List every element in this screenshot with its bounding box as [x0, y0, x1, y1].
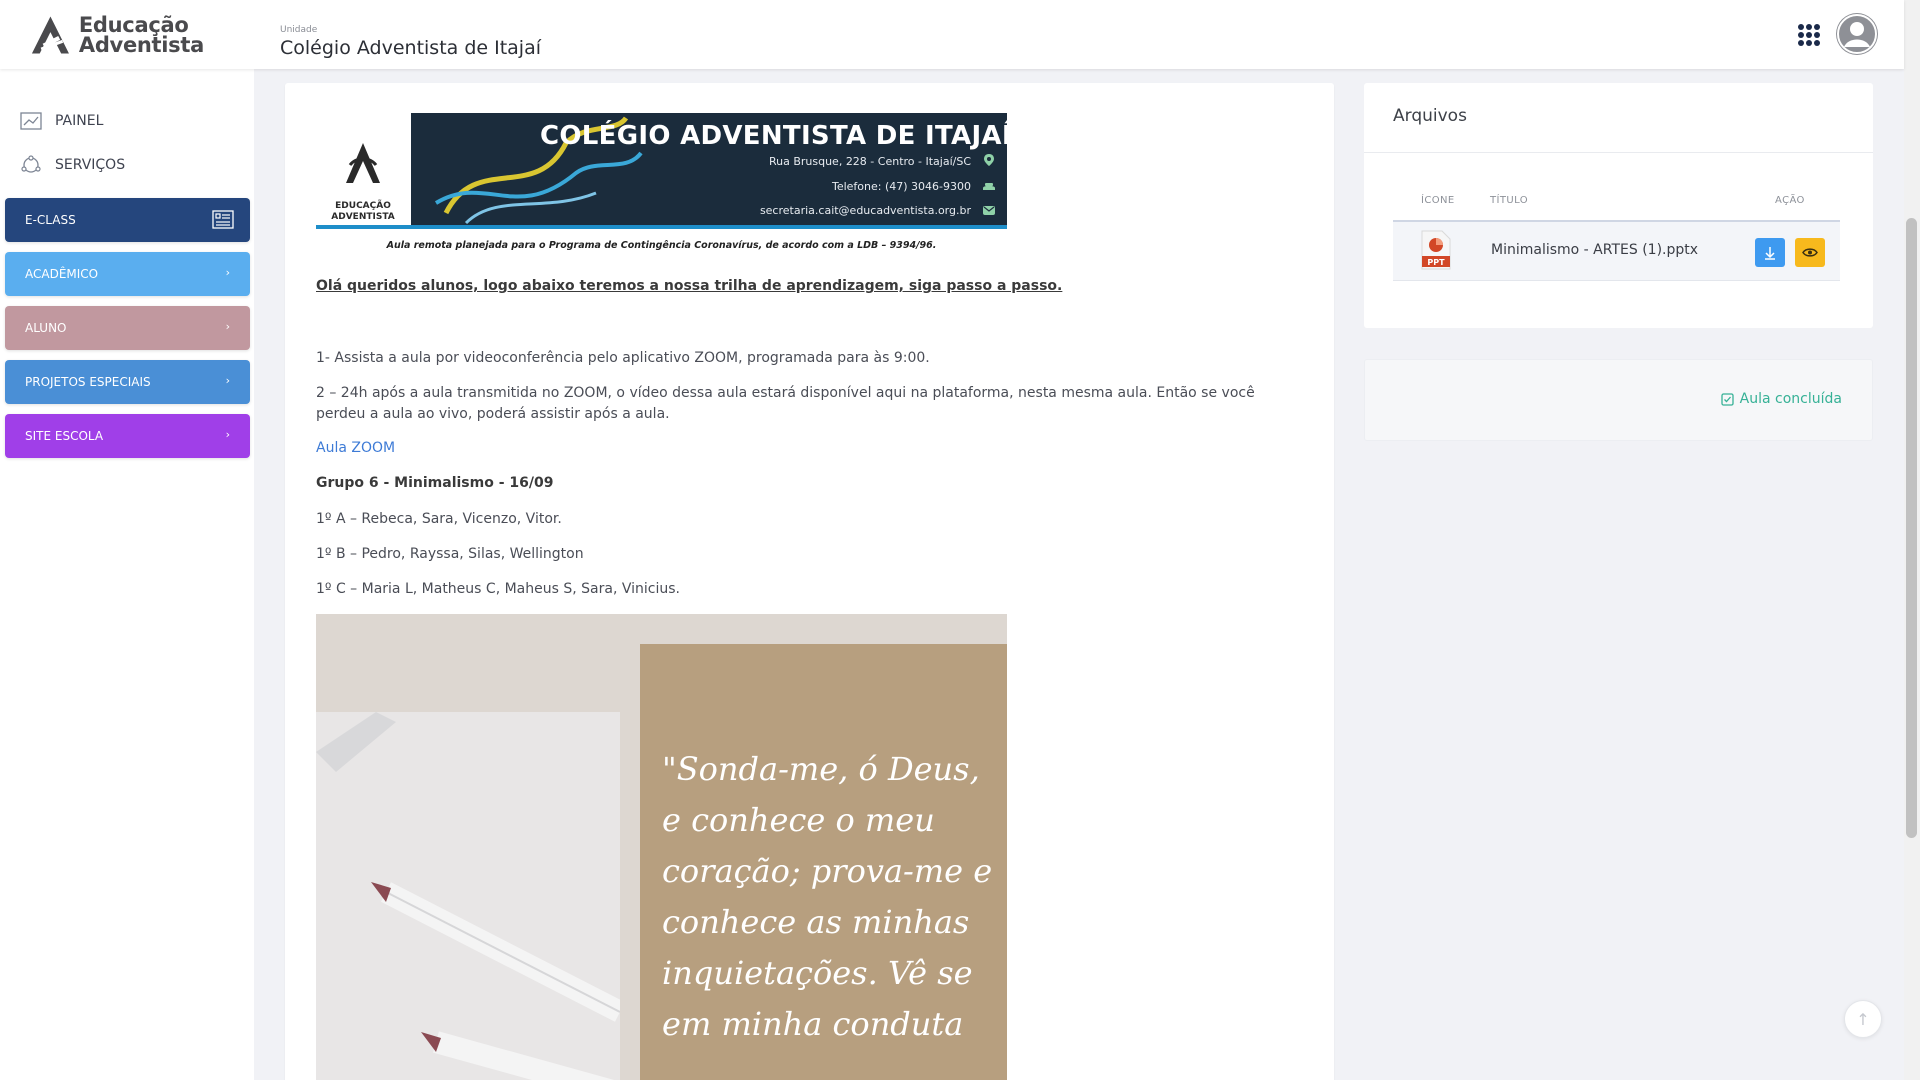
chevron-right-icon: › — [225, 266, 230, 279]
sidebar: PAINEL SERVIÇOS E-CLASS ACADÊMICO › ALUN… — [0, 69, 254, 1080]
logo-line2: Adventista — [78, 33, 204, 57]
chevron-right-icon: › — [225, 428, 230, 441]
download-button[interactable] — [1755, 238, 1785, 267]
mail-icon — [983, 206, 995, 215]
banner-title: COLÉGIO ADVENTISTA DE ITAJAÍ — [540, 121, 1007, 151]
lesson-step-2: 2 – 24h após a aula transmitida no ZOOM,… — [316, 385, 1255, 422]
map-pin-icon — [984, 154, 994, 166]
completion-panel: Aula concluída — [1364, 359, 1873, 441]
group-title: Grupo 6 - Minimalismo - 16/09 — [316, 475, 554, 491]
services-icon — [21, 155, 41, 173]
files-title: Arquivos — [1393, 106, 1467, 126]
group-1c: 1º C – Maria L, Matheus C, Maheus S, Sar… — [316, 581, 680, 597]
banner-address: Rua Brusque, 228 - Centro - Itajaí/SC — [768, 155, 971, 168]
svg-text:EDUCAÇÃO: EDUCAÇÃO — [335, 200, 391, 211]
banner-logo: EDUCAÇÃO ADVENTISTA — [316, 113, 411, 226]
sidebar-button-aluno[interactable]: ALUNO › — [5, 306, 250, 350]
group-1b: 1º B – Pedro, Rayssa, Silas, Wellington — [316, 546, 584, 562]
table-row[interactable]: PPT Minimalismo - ARTES (1).pptx — [1393, 220, 1840, 281]
logo-line1: Educação — [78, 13, 189, 37]
svg-text:ADVENTISTA: ADVENTISTA — [331, 212, 394, 222]
sidebar-item-label: SERVIÇOS — [55, 157, 126, 173]
phone-icon — [983, 183, 995, 190]
banner-stripe — [316, 225, 1007, 229]
aula-concluida-label: Aula concluída — [1739, 391, 1842, 407]
sidebar-button-site-escola[interactable]: SITE ESCOLA › — [5, 414, 250, 458]
chevron-right-icon: › — [225, 320, 230, 333]
sidebar-item-label: PAINEL — [55, 113, 104, 129]
logo-mark-icon — [31, 16, 69, 54]
file-name[interactable]: Minimalismo - ARTES (1).pptx — [1491, 242, 1698, 258]
page-scrollbar-thumb[interactable] — [1906, 218, 1917, 838]
ppt-file-icon: PPT — [1421, 230, 1451, 270]
logo-text: Educação Adventista — [78, 13, 204, 57]
school-banner-image: EDUCAÇÃO ADVENTISTA COLÉGIO ADVENTISTA D… — [316, 113, 1007, 229]
sidebar-item-painel[interactable]: PAINEL — [20, 109, 103, 133]
pencils-photo — [316, 712, 626, 1080]
ppt-icon-label: PPT — [1427, 258, 1445, 267]
aula-concluida-link[interactable]: Aula concluída — [1721, 391, 1842, 407]
user-avatar-icon[interactable] — [1836, 13, 1878, 55]
sidebar-button-label: ALUNO — [25, 321, 67, 335]
chart-icon — [20, 112, 42, 130]
check-square-icon — [1721, 392, 1734, 406]
unit-label: Unidade — [280, 25, 318, 35]
eye-icon — [1802, 248, 1818, 257]
sidebar-button-eclass[interactable]: E-CLASS — [5, 198, 250, 242]
files-panel: Arquivos ÍCONE TÍTULO AÇÃO PPT Minimalis… — [1364, 83, 1873, 328]
quote-panel: "Sonda-me, ó Deus, e conhece o meu coraç… — [640, 644, 1007, 1080]
sidebar-button-label: E-CLASS — [25, 213, 76, 227]
lesson-step-1: 1- Assista a aula por videoconferência p… — [316, 350, 930, 366]
sidebar-button-label: ACADÊMICO — [25, 267, 99, 281]
chevron-right-icon: › — [225, 374, 230, 387]
column-header-icon: ÍCONE — [1421, 195, 1455, 206]
banner-caption: Aula remota planejada para o Programa de… — [386, 240, 937, 251]
bible-quote: "Sonda-me, ó Deus, e conhece o meu coraç… — [662, 750, 993, 1043]
minimalism-quote-image: "Sonda-me, ó Deus, e conhece o meu coraç… — [316, 614, 1007, 1080]
apps-grid-icon[interactable] — [1798, 24, 1820, 46]
eclass-icon — [212, 210, 234, 229]
lesson-content-card: EDUCAÇÃO ADVENTISTA COLÉGIO ADVENTISTA D… — [285, 83, 1334, 1080]
lesson-intro: Olá queridos alunos, logo abaixo teremos… — [316, 278, 1063, 294]
unit-name: Colégio Adventista de Itajaí — [280, 37, 542, 59]
sidebar-item-servicos[interactable]: SERVIÇOS — [20, 153, 125, 177]
top-header: Educação Adventista Unidade Colégio Adve… — [0, 0, 1904, 69]
sidebar-button-label: SITE ESCOLA — [25, 429, 104, 443]
view-button[interactable] — [1795, 238, 1825, 267]
download-icon — [1765, 247, 1775, 260]
column-header-title: TÍTULO — [1490, 195, 1528, 206]
aula-zoom-link[interactable]: Aula ZOOM — [316, 440, 395, 456]
column-header-action: AÇÃO — [1775, 195, 1805, 206]
files-divider — [1364, 152, 1873, 153]
sidebar-button-projetos-especiais[interactable]: PROJETOS ESPECIAIS › — [5, 360, 250, 404]
sidebar-button-label: PROJETOS ESPECIAIS — [25, 375, 151, 389]
banner-email: secretaria.cait@educadventista.org.br — [759, 204, 971, 217]
banner-phone: Telefone: (47) 3046-9300 — [831, 180, 971, 193]
group-1a: 1º A – Rebeca, Sara, Vicenzo, Vitor. — [316, 511, 562, 527]
educacao-adventista-logo[interactable]: Educação Adventista — [29, 14, 204, 56]
sidebar-button-academico[interactable]: ACADÊMICO › — [5, 252, 250, 296]
back-to-top-button[interactable]: ↑ — [1844, 1000, 1882, 1038]
arrow-up-icon: ↑ — [1856, 1009, 1870, 1029]
